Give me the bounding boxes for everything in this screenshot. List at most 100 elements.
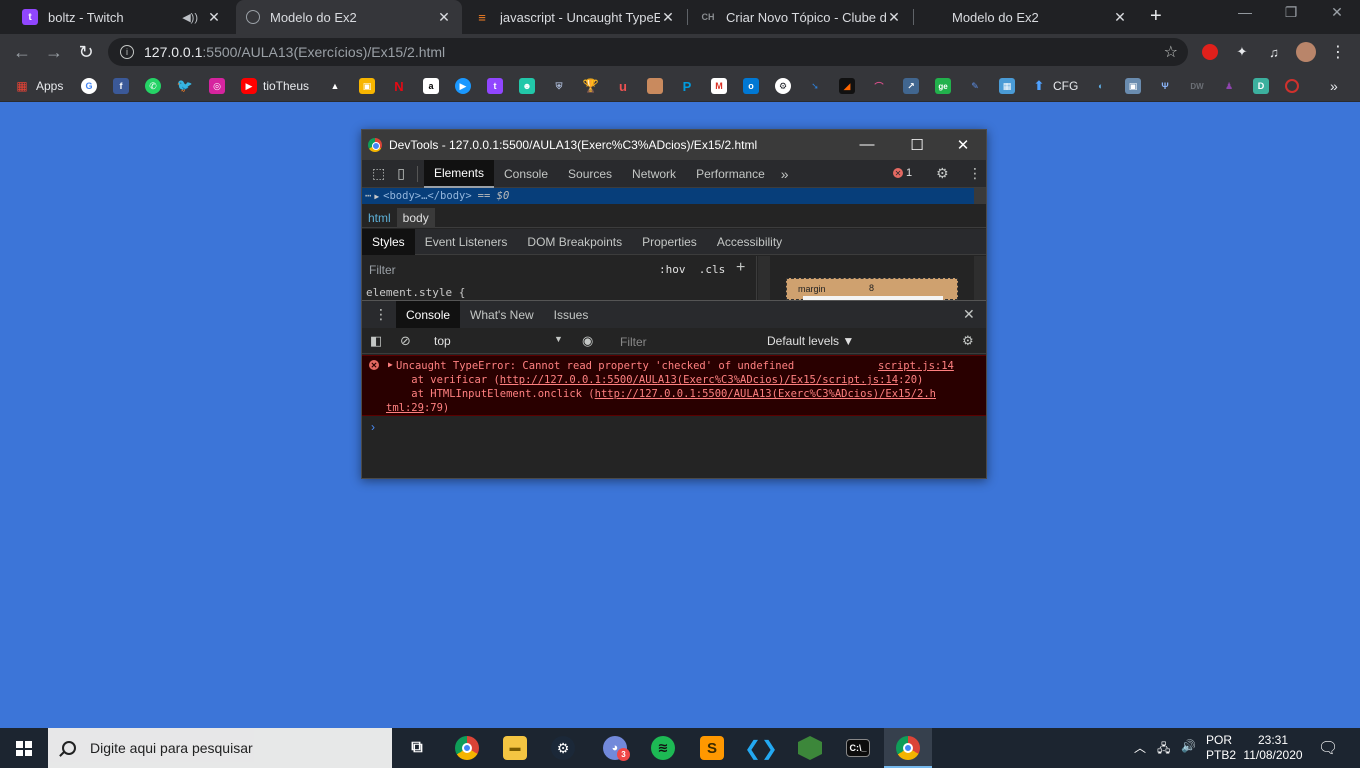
address-bar[interactable]: i 127.0.0.1:5500/AULA13(Exercícios)/Ex15… xyxy=(108,38,1188,66)
spotify-taskbar-icon[interactable]: ≋ xyxy=(651,736,675,760)
bookmark-paypal[interactable]: P xyxy=(679,77,695,95)
new-style-rule-button[interactable]: + xyxy=(736,259,745,277)
chrome-taskbar-icon[interactable] xyxy=(455,736,479,760)
context-selector[interactable]: top xyxy=(434,334,451,348)
stack-link[interactable]: http://127.0.0.1:5500/AULA13(Exerc%C3%AD… xyxy=(500,374,898,386)
tray-overflow-chevron-icon[interactable]: ︿ xyxy=(1134,739,1146,756)
restore-window-button[interactable]: ❐ xyxy=(1268,4,1314,21)
site-info-icon[interactable]: i xyxy=(120,45,134,59)
taskbar-search-box[interactable]: Digite aqui para pesquisar xyxy=(48,728,392,768)
tab-dom-breakpoints[interactable]: DOM Breakpoints xyxy=(517,229,632,255)
speaker-icon[interactable]: ◀)) xyxy=(182,11,198,24)
tab-elements[interactable]: Elements xyxy=(423,159,494,188)
more-tabs-icon[interactable]: » xyxy=(775,166,795,182)
bookmark-feather[interactable]: ✎ xyxy=(967,77,983,95)
sublime-text-icon[interactable]: S xyxy=(700,736,724,760)
error-source-link[interactable]: script.js:14 xyxy=(878,360,954,372)
minimize-window-button[interactable]: — xyxy=(1222,4,1268,20)
bookmark-primevideo[interactable]: ▶ xyxy=(455,77,471,95)
tab-sources[interactable]: Sources xyxy=(558,160,622,188)
bookmark-dw[interactable]: DW xyxy=(1189,77,1205,95)
console-prompt[interactable]: › xyxy=(371,420,375,434)
bookmark-google[interactable]: G xyxy=(81,77,97,95)
bookmark-blue[interactable]: ➘ xyxy=(807,77,823,95)
close-tab-icon[interactable]: ✕ xyxy=(1112,9,1128,26)
bookmark-picture[interactable]: ▣ xyxy=(1125,77,1141,95)
devtools-menu-icon[interactable]: ⋮ xyxy=(962,165,988,182)
bookmark-chart[interactable]: ↗ xyxy=(903,77,919,95)
tab-network[interactable]: Network xyxy=(622,160,686,188)
box-model-scrollbar[interactable] xyxy=(974,256,986,300)
media-control-icon[interactable]: ♫ xyxy=(1264,42,1284,62)
tab-modelo-do-ex2[interactable]: Modelo do Ex2 ✕ xyxy=(916,0,1138,34)
network-icon[interactable]: 🖧 xyxy=(1157,739,1170,760)
windows-start-icon[interactable] xyxy=(16,741,32,756)
console-settings-gear-icon[interactable]: ⚙ xyxy=(962,333,974,349)
new-tab-button[interactable]: + xyxy=(1150,6,1162,26)
devtools-minimize-button[interactable]: — xyxy=(857,136,877,153)
chrome-active-taskbar-icon[interactable] xyxy=(896,736,920,760)
bookmark-steam[interactable]: ⚙ xyxy=(775,77,791,95)
bookmark-chat[interactable]: ☻ xyxy=(519,77,535,95)
bookmark-twitch[interactable]: t xyxy=(487,77,503,95)
chevron-down-icon[interactable]: ▼ xyxy=(554,334,563,344)
device-toolbar-icon[interactable]: ▯ xyxy=(391,165,411,182)
breadcrumb-body[interactable]: body xyxy=(396,207,435,228)
bookmark-amazon[interactable]: a xyxy=(423,77,439,95)
drawer-tab-console[interactable]: Console xyxy=(396,301,461,328)
error-counter[interactable]: ✕ 1 xyxy=(893,167,912,179)
bookmark-horns[interactable]: Ψ xyxy=(1157,77,1173,95)
settings-gear-icon[interactable]: ⚙ xyxy=(930,165,955,182)
tab-styles[interactable]: Styles xyxy=(362,228,415,255)
close-tab-icon[interactable]: ✕ xyxy=(436,9,452,26)
nodejs-taskbar-icon[interactable] xyxy=(798,736,822,760)
clear-console-icon[interactable]: ⊘ xyxy=(400,333,411,349)
chrome-menu-icon[interactable]: ⋮ xyxy=(1328,42,1348,62)
tab-modelo-do-ex2-active[interactable]: Modelo do Ex2 ✕ xyxy=(236,0,462,34)
bookmark-instagram[interactable]: ◎ xyxy=(209,77,225,95)
expand-triangle-icon[interactable]: ▶ xyxy=(388,360,393,369)
bookmark-udemy[interactable]: u xyxy=(615,77,631,95)
devtools-close-button[interactable]: ✕ xyxy=(953,136,973,154)
discord-taskbar-icon[interactable]: ◕ 3 xyxy=(603,736,630,761)
bookmark-shield[interactable]: ⛨ xyxy=(551,77,567,95)
close-tab-icon[interactable]: ✕ xyxy=(206,9,222,26)
bookmark-grid[interactable]: ▦ xyxy=(999,77,1015,95)
profile-avatar[interactable] xyxy=(1296,42,1316,62)
system-clock[interactable]: 23:31 11/08/2020 xyxy=(1243,733,1303,763)
volume-icon[interactable]: 🔊 xyxy=(1181,739,1196,753)
tab-javascript-stackoverflow[interactable]: ≡ javascript - Uncaught TypeError ✕ xyxy=(464,0,686,34)
tab-clube-do-hardware[interactable]: CH Criar Novo Tópico - Clube do Hardware… xyxy=(690,0,912,34)
close-tab-icon[interactable]: ✕ xyxy=(886,9,902,26)
terminal-taskbar-icon[interactable]: C:\_ xyxy=(846,739,870,757)
file-explorer-icon[interactable]: ▬ xyxy=(503,736,527,760)
bookmark-gmail[interactable]: M xyxy=(711,77,727,95)
styles-filter-input[interactable]: Filter xyxy=(369,263,396,277)
bookmark-curve[interactable]: ⌒ xyxy=(871,77,887,95)
task-view-icon[interactable]: ⧉ xyxy=(405,736,429,760)
forward-button[interactable]: → xyxy=(44,42,64,62)
tab-properties[interactable]: Properties xyxy=(632,229,707,255)
bookmark-ring[interactable] xyxy=(1285,77,1299,95)
action-center-icon[interactable]: 🗨 xyxy=(1318,738,1338,758)
tab-event-listeners[interactable]: Event Listeners xyxy=(415,229,518,255)
console-filter-input[interactable]: Filter xyxy=(620,335,647,349)
bookmark-apps[interactable]: ▦ Apps xyxy=(14,77,63,95)
styles-scrollbar[interactable] xyxy=(758,256,770,300)
bookmark-orange[interactable]: ▣ xyxy=(359,77,375,95)
bookmark-twitter[interactable]: 🐦 xyxy=(177,77,193,95)
bookmark-netflix[interactable]: N xyxy=(391,77,407,95)
dom-scrollbar[interactable] xyxy=(974,188,986,204)
close-window-button[interactable]: ✕ xyxy=(1314,4,1360,21)
adblock-extension-icon[interactable] xyxy=(1200,42,1220,62)
element-style-rule[interactable]: element.style { xyxy=(366,286,465,299)
bookmark-cfg[interactable]: ⬆ CFG xyxy=(1031,77,1079,95)
bookmark-ge[interactable]: ge xyxy=(935,77,951,95)
drawer-menu-icon[interactable]: ⋮ xyxy=(362,306,396,323)
stack-link[interactable]: tml:29 xyxy=(386,402,424,414)
extensions-puzzle-icon[interactable]: ✦ xyxy=(1232,42,1252,62)
input-language-indicator[interactable]: POR PTB2 xyxy=(1206,733,1236,763)
bookmark-star-icon[interactable]: ☆ xyxy=(1164,42,1178,62)
bookmark-avatar[interactable] xyxy=(647,77,663,95)
bookmark-linux[interactable]: ▲ xyxy=(327,77,343,95)
